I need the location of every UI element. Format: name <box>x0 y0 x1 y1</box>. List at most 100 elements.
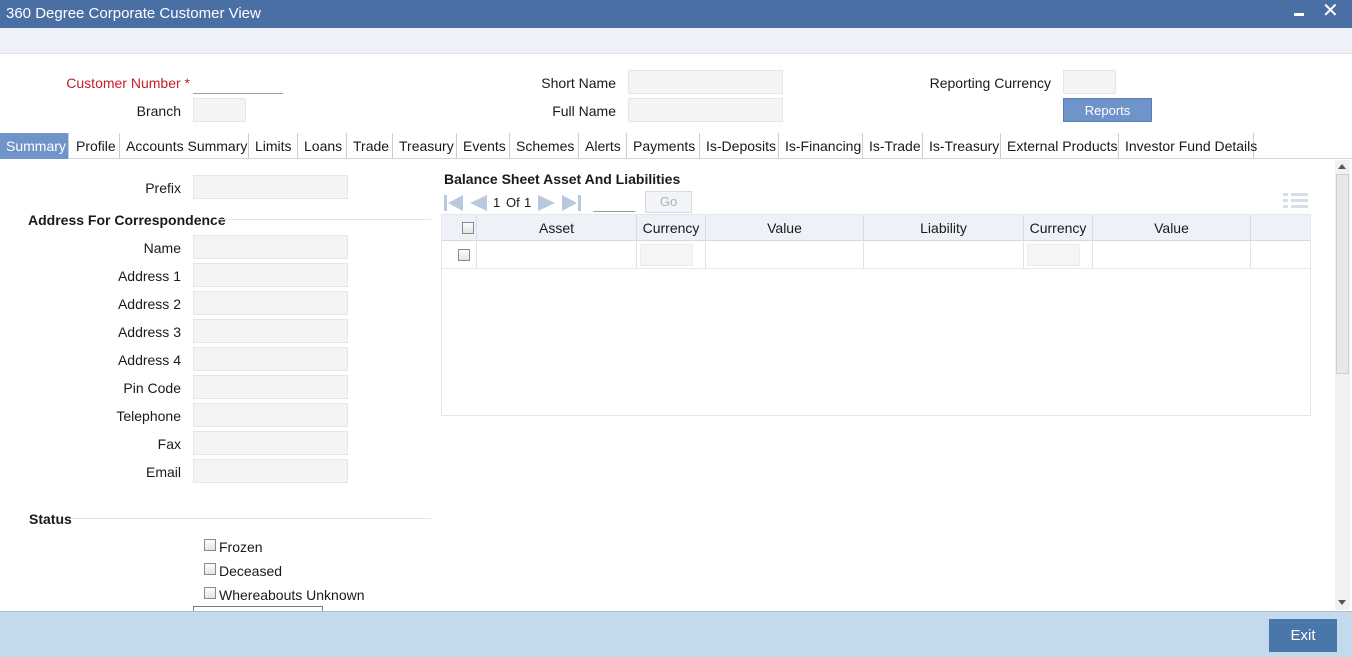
col-asset-value[interactable]: Value <box>706 215 864 241</box>
branch-label: Branch <box>136 103 181 119</box>
next-page-icon[interactable] <box>536 193 558 213</box>
branch-input[interactable] <box>193 98 246 122</box>
tab-is-treasury[interactable]: Is-Treasury <box>923 133 1001 159</box>
header-select-cell <box>442 215 477 241</box>
minimize-icon[interactable] <box>1294 13 1304 16</box>
pin-code-input[interactable] <box>193 375 348 399</box>
last-page-icon[interactable] <box>560 193 582 213</box>
pager-of: Of <box>506 195 520 210</box>
tab-loans[interactable]: Loans <box>298 133 347 159</box>
address-2-label: Address 2 <box>117 296 181 312</box>
balance-sheet-grid: Asset Currency Value Liability Currency … <box>441 214 1311 416</box>
scroll-down-icon[interactable] <box>1338 600 1346 605</box>
list-view-icon[interactable] <box>1283 192 1308 210</box>
name-input[interactable] <box>193 235 348 259</box>
col-asset[interactable]: Asset <box>477 215 637 241</box>
address-1-input[interactable] <box>193 263 348 287</box>
reporting-currency-input[interactable] <box>1063 70 1116 94</box>
asset-currency-cell[interactable] <box>637 241 706 269</box>
grid-header: Asset Currency Value Liability Currency … <box>442 215 1310 241</box>
address-4-input[interactable] <box>193 347 348 371</box>
whereabouts-unknown-checkbox[interactable] <box>204 587 216 599</box>
tab-treasury[interactable]: Treasury <box>393 133 457 159</box>
vertical-scrollbar[interactable] <box>1335 160 1350 610</box>
exit-button[interactable]: Exit <box>1269 619 1337 652</box>
col-liability-currency[interactable]: Currency <box>1024 215 1093 241</box>
title-bar: 360 Degree Corporate Customer View ✕ <box>0 0 1352 28</box>
liability-currency-cell[interactable] <box>1024 241 1093 269</box>
scroll-thumb[interactable] <box>1336 174 1349 374</box>
deceased-label: Deceased <box>219 563 283 579</box>
tab-accounts-summary[interactable]: Accounts Summary <box>120 133 249 159</box>
short-name-label: Short Name <box>541 75 616 91</box>
first-page-icon[interactable] <box>443 193 465 213</box>
tab-is-trade[interactable]: Is-Trade <box>863 133 923 159</box>
fax-label: Fax <box>157 436 181 452</box>
row-checkbox[interactable] <box>458 249 470 261</box>
full-name-input[interactable] <box>628 98 783 122</box>
table-row <box>442 241 1310 269</box>
address-1-label: Address 1 <box>117 268 181 284</box>
col-liability[interactable]: Liability <box>864 215 1024 241</box>
tab-summary[interactable]: Summary <box>0 133 69 159</box>
scroll-up-icon[interactable] <box>1338 164 1346 169</box>
fax-input[interactable] <box>193 431 348 455</box>
email-label: Email <box>145 464 181 480</box>
liability-cell[interactable] <box>864 241 1024 269</box>
tab-alerts[interactable]: Alerts <box>579 133 627 159</box>
pager-current: 1 <box>493 195 501 210</box>
balance-sheet-title: Balance Sheet Asset And Liabilities <box>444 171 681 187</box>
short-name-input[interactable] <box>628 70 783 94</box>
col-liability-value[interactable]: Value <box>1093 215 1251 241</box>
previous-page-icon[interactable] <box>467 193 489 213</box>
close-icon[interactable]: ✕ <box>1322 0 1339 22</box>
asset-cell[interactable] <box>477 241 637 269</box>
tab-schemes[interactable]: Schemes <box>510 133 579 159</box>
deceased-checkbox[interactable] <box>204 563 216 575</box>
go-button[interactable]: Go <box>645 191 692 213</box>
email-input[interactable] <box>193 459 348 483</box>
frozen-checkbox[interactable] <box>204 539 216 551</box>
asset-value-cell[interactable] <box>706 241 864 269</box>
tab-is-financing[interactable]: Is-Financing <box>779 133 863 159</box>
pin-code-label: Pin Code <box>123 380 181 396</box>
pager-total: 1 <box>524 195 532 210</box>
toolbar-strip <box>0 28 1352 54</box>
reporting-currency-label: Reporting Currency <box>929 75 1051 91</box>
status-divider <box>72 518 431 519</box>
tab-profile[interactable]: Profile <box>70 133 120 159</box>
tab-external-products[interactable]: External Products <box>1001 133 1119 159</box>
reports-button[interactable]: Reports <box>1063 98 1152 122</box>
liability-value-cell[interactable] <box>1093 241 1251 269</box>
name-label: Name <box>143 240 181 256</box>
col-asset-currency[interactable]: Currency <box>637 215 706 241</box>
window-title: 360 Degree Corporate Customer View <box>6 5 261 22</box>
tab-is-deposits[interactable]: Is-Deposits <box>700 133 779 159</box>
tab-events[interactable]: Events <box>457 133 510 159</box>
address-3-input[interactable] <box>193 319 348 343</box>
prefix-input[interactable] <box>193 175 348 199</box>
select-all-checkbox[interactable] <box>462 222 474 234</box>
row-select-cell <box>442 241 477 269</box>
tab-investor-fund-details[interactable]: Investor Fund Details <box>1119 133 1257 159</box>
status-section-title: Status <box>29 511 72 527</box>
tab-limits[interactable]: Limits <box>249 133 298 159</box>
address-3-label: Address 3 <box>117 324 181 340</box>
address-2-input[interactable] <box>193 291 348 315</box>
customer-number-input[interactable] <box>193 70 283 94</box>
tab-bar: Summary Profile Accounts Summary Limits … <box>0 133 1352 159</box>
customer-number-label: Customer Number * <box>66 75 190 91</box>
address-divider <box>215 219 431 220</box>
address-section-title: Address For Correspondence <box>28 212 226 228</box>
footer-bar: Exit <box>0 611 1352 657</box>
full-name-label: Full Name <box>552 103 616 119</box>
telephone-input[interactable] <box>193 403 348 427</box>
frozen-label: Frozen <box>219 539 263 555</box>
tab-payments[interactable]: Payments <box>627 133 700 159</box>
address-4-label: Address 4 <box>117 352 181 368</box>
telephone-label: Telephone <box>116 408 181 424</box>
whereabouts-unknown-label: Whereabouts Unknown <box>219 587 365 603</box>
tab-trade[interactable]: Trade <box>347 133 393 159</box>
page-number-input[interactable] <box>593 192 635 212</box>
prefix-label: Prefix <box>145 180 181 196</box>
